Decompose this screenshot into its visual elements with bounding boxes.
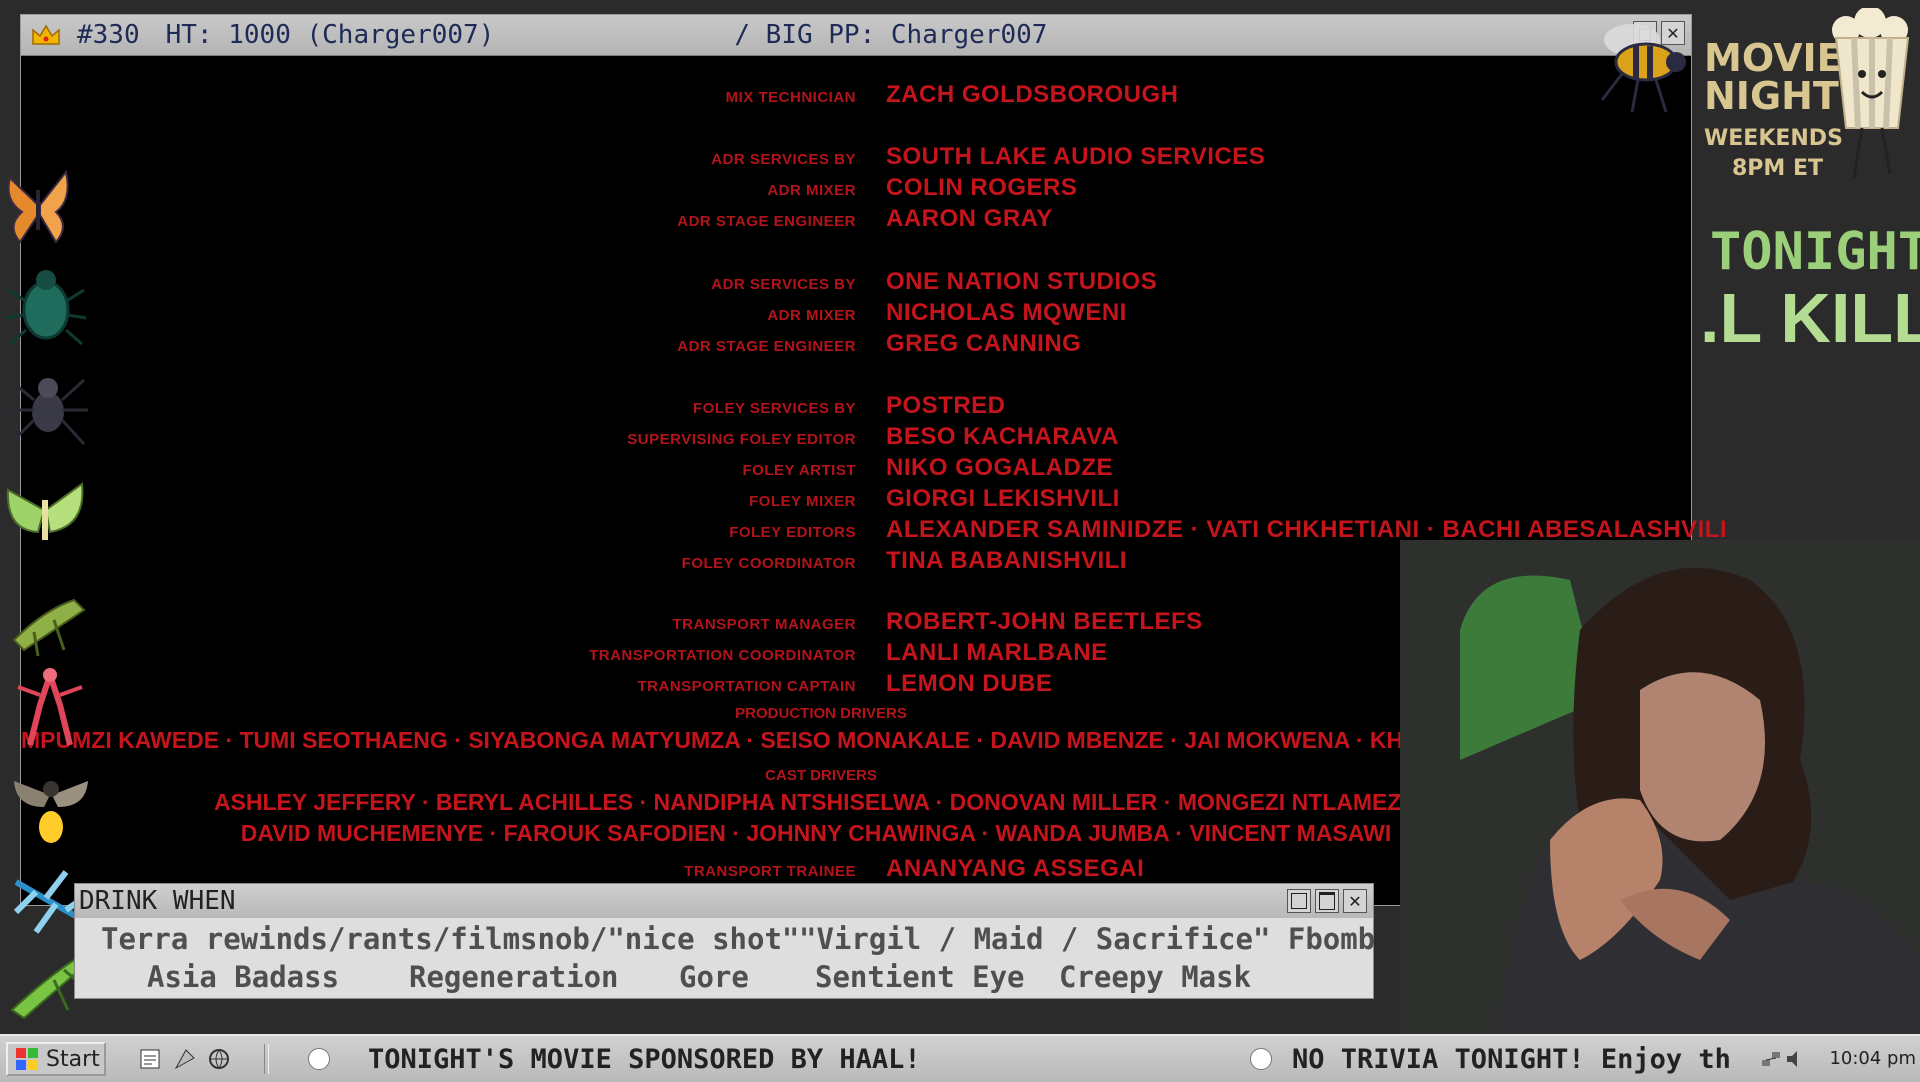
credit-role: Foley Services by	[693, 400, 856, 417]
credit-role: Transport Trainee	[684, 863, 856, 880]
maximize-icon	[1319, 892, 1335, 910]
notepad-icon[interactable]	[138, 1046, 164, 1072]
volume-icon[interactable]	[1784, 1048, 1806, 1070]
webcam-feed	[1400, 540, 1920, 1034]
ticker-bullet-icon	[308, 1048, 330, 1070]
start-label: Start	[46, 1046, 100, 1072]
credit-name: Zach Goldsborough	[886, 81, 1179, 108]
drink-rule: Sentient Eye	[815, 960, 1025, 994]
window-title-bar[interactable]: #330 HT: 1000 (Charger007) / BIG PP: Cha…	[21, 15, 1691, 56]
credit-name: Niko Gogaladze	[886, 454, 1113, 481]
drink-rule: "Virgil / Maid / Sacrifice" Fbomb	[799, 922, 1376, 956]
credit-role: ADR Mixer	[767, 182, 856, 199]
credit-row: ADR Services by South Lake Audio Service…	[21, 143, 1691, 173]
credit-name: Lanli Marlbane	[886, 639, 1108, 666]
drink-rule: Asia Badass	[147, 960, 340, 994]
credit-role: Mix Technician	[725, 89, 856, 106]
drink-panel-body: Terra rewinds/rants/filmsnob/"nice shot"…	[75, 918, 1376, 998]
credit-role: ADR Stage Engineer	[677, 338, 856, 355]
ticker-bullet-icon	[1250, 1048, 1272, 1070]
start-logo-icon	[16, 1048, 38, 1070]
drink-rule: Creepy Mask	[1059, 960, 1252, 994]
beetle-icon	[5, 270, 87, 346]
credit-name: Lemon Dube	[886, 670, 1053, 697]
credit-name: Giorgi Lekishvili	[886, 485, 1120, 512]
drink-rule: Gore	[679, 960, 749, 994]
credit-name: Tina Babanishvili	[886, 547, 1127, 574]
credit-name: Robert-John Beetlefs	[886, 608, 1203, 635]
mantis-icon	[17, 668, 83, 746]
drink-panel-title-bar[interactable]: DRINK WHEN ✕	[75, 884, 1373, 919]
movie-night-logo: MOVIE NIGHT WEEKENDS 8PM ET	[1700, 0, 1920, 200]
credit-row: Foley Services by Postred	[21, 392, 1691, 422]
minimize-icon	[1291, 893, 1307, 909]
drink-rule: Terra rewinds/rants/filmsnob/"nice shot"	[101, 922, 800, 956]
credit-row: ADR Stage Engineer Aaron Gray	[21, 205, 1691, 235]
credit-name: One Nation Studios	[886, 268, 1158, 295]
taskbar: Start TONIGHT'S MOVIE SPONSORED BY HAAL!…	[0, 1034, 1920, 1082]
credit-role: Foley Artist	[742, 462, 856, 479]
credit-role: ADR Services by	[711, 276, 856, 293]
credit-row: Supervising Foley Editor Beso Kacharava	[21, 423, 1691, 453]
credit-row: Foley Mixer Giorgi Lekishvili	[21, 485, 1691, 515]
drink-panel-title: DRINK WHEN	[79, 886, 236, 916]
credit-row: ADR Mixer Colin Rogers	[21, 174, 1691, 204]
firefly-icon	[14, 781, 88, 843]
title-ht: HT: 1000 (Charger007)	[165, 20, 495, 50]
credit-name: South Lake Audio Services	[886, 143, 1266, 170]
credit-role: Transport Manager	[672, 616, 856, 633]
credit-name: Ananyang Assegai	[886, 855, 1145, 882]
taskbar-separator	[264, 1044, 269, 1074]
credit-name: Beso Kacharava	[886, 423, 1119, 450]
close-icon: ✕	[1348, 891, 1362, 911]
drink-rule: Regeneration	[409, 960, 619, 994]
maximize-button[interactable]	[1315, 889, 1339, 913]
credit-role: Supervising Foley Editor	[627, 431, 856, 448]
network-icon[interactable]	[1760, 1048, 1782, 1070]
credit-role: Transportation Captain	[637, 678, 856, 695]
start-button[interactable]: Start	[6, 1042, 106, 1076]
weekends-text: WEEKENDS	[1704, 126, 1843, 151]
credit-name: Greg Canning	[886, 330, 1082, 357]
credit-name: Aaron Gray	[886, 205, 1053, 232]
clock: 10:04 pm	[1829, 1048, 1916, 1069]
credit-row: Mix Technician Zach Goldsborough	[21, 81, 1691, 111]
streamer-image	[1400, 540, 1920, 1034]
credit-name: Nicholas Mqweni	[886, 299, 1127, 326]
grasshopper-icon	[12, 598, 86, 657]
credit-role: ADR Mixer	[767, 307, 856, 324]
browser-icon[interactable]	[206, 1046, 232, 1072]
credit-role: ADR Services by	[711, 151, 856, 168]
credit-row: ADR Stage Engineer Greg Canning	[21, 330, 1691, 360]
credit-name: Postred	[886, 392, 1006, 419]
credit-row: ADR Services by One Nation Studios	[21, 268, 1691, 298]
popcorn-mascot-icon	[1832, 8, 1910, 179]
night-text: NIGHT	[1704, 74, 1839, 118]
bee-icon	[1600, 24, 1686, 113]
spider-icon	[6, 378, 88, 446]
credit-role: Foley Mixer	[749, 493, 856, 510]
credit-role: Transportation Coordinator	[589, 647, 856, 664]
moth-icon	[6, 482, 84, 540]
close-button[interactable]: ✕	[1343, 889, 1367, 913]
credit-row: ADR Mixer Nicholas Mqweni	[21, 299, 1691, 329]
crown-icon	[32, 24, 60, 45]
butterfly-icon	[7, 169, 69, 244]
paint-icon[interactable]	[172, 1046, 198, 1072]
system-tray: 10:04 pm	[1760, 1036, 1920, 1082]
time-text: 8PM ET	[1732, 156, 1824, 181]
ticker-text: NO TRIVIA TONIGHT! Enjoy th	[1292, 1044, 1731, 1075]
credit-role: ADR Stage Engineer	[677, 213, 856, 230]
title-bigpp: / BIG PP: Charger007	[734, 20, 1048, 50]
ticker-text: TONIGHT'S MOVIE SPONSORED BY HAAL!	[368, 1044, 921, 1075]
tonight-label: TONIGHT:	[1710, 222, 1920, 282]
drink-when-panel: DRINK WHEN ✕ Terra rewinds/rants/filmsno…	[74, 883, 1376, 999]
minimize-button[interactable]	[1287, 889, 1311, 913]
credit-row: Foley Artist Niko Gogaladze	[21, 454, 1691, 484]
tonight-movie-title: .L KILL	[1700, 279, 1920, 357]
credit-role: Foley Editors	[729, 524, 856, 541]
title-rank: #330	[77, 20, 140, 50]
credit-name: Colin Rogers	[886, 174, 1078, 201]
credit-role: Foley Coordinator	[681, 555, 856, 572]
